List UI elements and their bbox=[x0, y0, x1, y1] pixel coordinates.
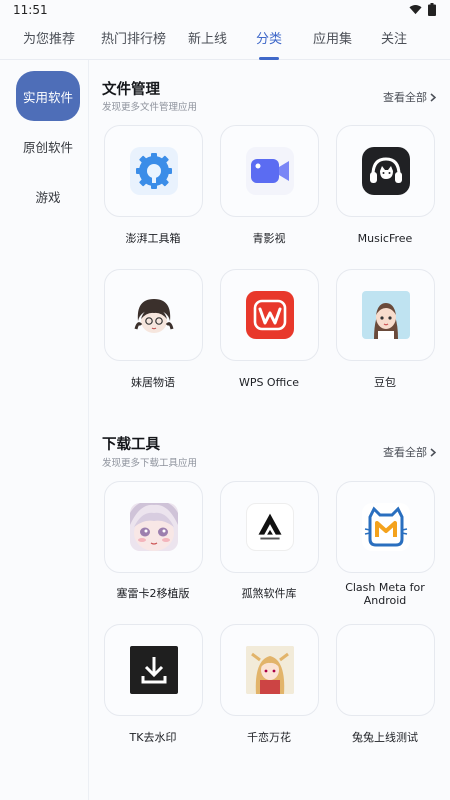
tab-rankings[interactable]: 热门排行榜 bbox=[101, 28, 166, 47]
app-name: 孤煞软件库 bbox=[241, 587, 297, 600]
app-name: Clash Meta for Android bbox=[345, 581, 425, 607]
status-bar: 11:51 bbox=[0, 0, 450, 20]
app-name: 青影视 bbox=[252, 232, 286, 245]
app-name: 塞雷卡2移植版 bbox=[116, 587, 190, 600]
app-card[interactable] bbox=[104, 481, 203, 573]
app-name: WPS Office bbox=[238, 376, 300, 389]
anime-poster-icon bbox=[245, 646, 294, 694]
app-card[interactable] bbox=[336, 269, 435, 361]
video-camera-icon bbox=[245, 147, 294, 195]
download-icon bbox=[129, 646, 178, 694]
app-name: 豆包 bbox=[374, 376, 396, 389]
tab-new[interactable]: 新上线 bbox=[188, 28, 227, 47]
status-time: 11:51 bbox=[13, 3, 48, 17]
app-name: TK去水印 bbox=[129, 731, 177, 744]
wifi-icon bbox=[409, 5, 422, 15]
view-all-button[interactable]: 查看全部 bbox=[383, 444, 436, 460]
app-card[interactable] bbox=[104, 125, 203, 217]
anime-face-icon bbox=[129, 503, 178, 551]
view-all-label: 查看全部 bbox=[383, 91, 427, 104]
app-card[interactable] bbox=[220, 269, 319, 361]
blank-icon bbox=[362, 646, 410, 694]
clash-cat-icon bbox=[361, 503, 410, 551]
app-name: 千恋万花 bbox=[247, 731, 291, 744]
wps-logo-icon bbox=[245, 291, 294, 339]
chevron-right-icon bbox=[430, 447, 436, 457]
view-all-button[interactable]: 查看全部 bbox=[383, 89, 436, 105]
sidebar-item-label: 实用软件 bbox=[22, 89, 73, 105]
tab-recommended[interactable]: 为您推荐 bbox=[23, 28, 75, 47]
sidebar-item-label: 原创软件 bbox=[22, 139, 73, 155]
sidebar-item-games[interactable]: 游戏 bbox=[16, 171, 80, 221]
status-icons bbox=[409, 3, 436, 16]
app-name: 兔兔上线测试 bbox=[352, 731, 418, 744]
category-sidebar: 实用软件 原创软件 游戏 bbox=[0, 60, 89, 800]
gear-icon bbox=[129, 147, 178, 195]
app-card[interactable] bbox=[104, 624, 203, 716]
app-card[interactable] bbox=[220, 125, 319, 217]
app-card[interactable] bbox=[336, 481, 435, 573]
anime-girl-icon bbox=[129, 291, 178, 339]
headphones-cat-icon bbox=[361, 147, 410, 195]
sidebar-item-label: 游戏 bbox=[35, 189, 61, 205]
tab-indicator bbox=[259, 57, 279, 60]
app-name: MusicFree bbox=[357, 232, 413, 245]
tab-collections[interactable]: 应用集 bbox=[313, 28, 352, 47]
tab-categories[interactable]: 分类 bbox=[256, 28, 282, 47]
triangle-logo-icon bbox=[245, 503, 294, 551]
app-card[interactable] bbox=[336, 125, 435, 217]
section-title-file-management: 文件管理 bbox=[102, 82, 160, 98]
app-card[interactable] bbox=[220, 481, 319, 573]
section-title-download-tools: 下载工具 bbox=[102, 437, 160, 453]
chevron-right-icon bbox=[430, 92, 436, 102]
app-name: 澎湃工具箱 bbox=[125, 232, 181, 245]
app-card[interactable] bbox=[104, 269, 203, 361]
app-card[interactable] bbox=[336, 624, 435, 716]
top-tabs: 为您推荐 热门排行榜 新上线 分类 应用集 关注 bbox=[0, 20, 450, 60]
section-subtitle: 发现更多文件管理应用 bbox=[102, 102, 198, 113]
app-card[interactable] bbox=[220, 624, 319, 716]
view-all-label: 查看全部 bbox=[383, 446, 427, 459]
tab-following[interactable]: 关注 bbox=[381, 28, 407, 47]
doubao-avatar-icon bbox=[361, 291, 410, 339]
sidebar-item-original[interactable]: 原创软件 bbox=[16, 121, 80, 171]
app-name: 妹居物语 bbox=[131, 376, 175, 389]
section-subtitle: 发现更多下载工具应用 bbox=[102, 458, 198, 469]
sidebar-item-utilities[interactable]: 实用软件 bbox=[16, 71, 80, 121]
battery-icon bbox=[428, 3, 436, 16]
